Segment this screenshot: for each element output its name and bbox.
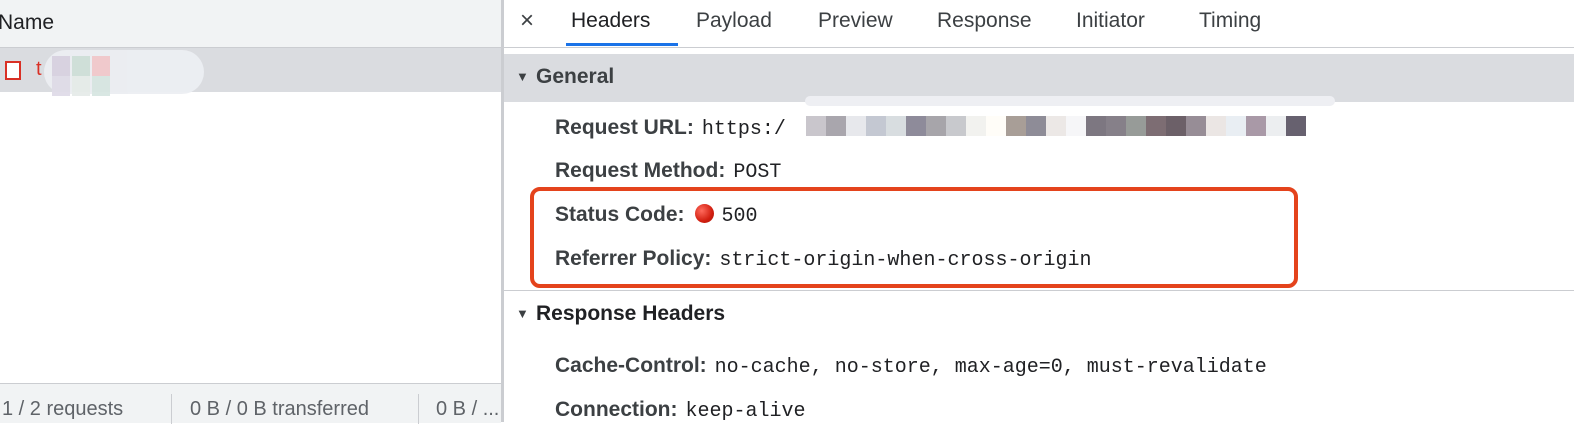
name-column-header[interactable]: Name <box>0 0 501 48</box>
request-url-row: Request URL: https:/ <box>555 116 786 141</box>
general-section-title: General <box>536 65 615 88</box>
response-headers-section-header[interactable]: ▼ Response Headers <box>504 290 1574 339</box>
request-file-icon <box>5 61 21 80</box>
status-bar: 1 / 2 requests 0 B / 0 B transferred 0 B… <box>0 383 501 424</box>
redacted-url-pixels <box>806 116 1306 136</box>
request-method-row: Request Method: POST <box>555 159 781 184</box>
redacted-request-name <box>44 50 204 96</box>
details-tab-bar: × Headers Payload Preview Response Initi… <box>504 0 1574 48</box>
tab-payload[interactable]: Payload <box>696 9 772 33</box>
tab-headers[interactable]: Headers <box>571 9 650 33</box>
tab-timing[interactable]: Timing <box>1199 9 1261 33</box>
request-name: t <box>36 58 42 80</box>
status-separator <box>418 394 419 424</box>
active-tab-indicator <box>566 43 678 46</box>
tab-preview[interactable]: Preview <box>818 9 893 33</box>
resource-size: 0 B / ... <box>436 398 500 420</box>
cache-control-key: Cache-Control: <box>555 354 707 377</box>
request-count: 1 / 2 requests <box>2 398 124 420</box>
request-list-panel: Name t 1 / 2 requests 0 B / 0 B transfer… <box>0 0 501 424</box>
url-redaction-smear <box>805 96 1335 106</box>
collapse-triangle-icon: ▼ <box>516 306 529 321</box>
request-url-key: Request URL: <box>555 116 694 139</box>
connection-value: keep-alive <box>685 400 806 423</box>
cache-control-row: Cache-Control: no-cache, no-store, max-ag… <box>555 354 1267 379</box>
collapse-triangle-icon: ▼ <box>516 69 529 84</box>
request-method-value: POST <box>733 161 782 184</box>
connection-row: Connection: keep-alive <box>555 398 806 423</box>
response-headers-section-title: Response Headers <box>536 302 726 325</box>
transferred-size: 0 B / 0 B transferred <box>190 398 369 420</box>
connection-key: Connection: <box>555 398 678 421</box>
cache-control-value: no-cache, no-store, max-age=0, must-reva… <box>714 356 1267 379</box>
highlight-annotation-box <box>530 187 1298 288</box>
close-icon[interactable]: × <box>520 7 534 35</box>
request-method-key: Request Method: <box>555 159 726 182</box>
status-separator <box>171 394 172 424</box>
tab-response[interactable]: Response <box>937 9 1032 33</box>
general-section-header[interactable]: ▼ General <box>504 54 1574 102</box>
name-column-label: Name <box>0 11 55 34</box>
request-url-value: https:/ <box>701 118 786 141</box>
tab-initiator[interactable]: Initiator <box>1076 9 1145 33</box>
